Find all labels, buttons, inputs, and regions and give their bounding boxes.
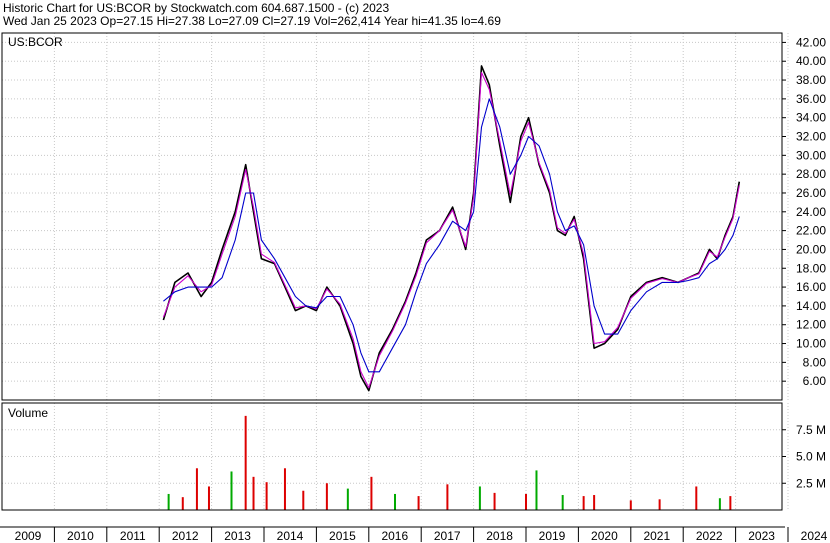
price-series bbox=[162, 65, 741, 392]
price-tick-label: 12.00 bbox=[796, 318, 826, 332]
volume-y-axis: 2.5 M 5.0 M 7.5 M bbox=[782, 423, 826, 490]
price-tick-label: 40.00 bbox=[796, 54, 826, 68]
year-label: 2017 bbox=[434, 529, 461, 543]
volume-grid bbox=[2, 429, 782, 484]
price-tick-label: 36.00 bbox=[796, 92, 826, 106]
price-series-line bbox=[162, 65, 741, 392]
volume-tick-label: 7.5 M bbox=[796, 423, 826, 437]
year-label: 2021 bbox=[643, 529, 670, 543]
volume-tick-label: 2.5 M bbox=[796, 476, 826, 490]
year-label: 2022 bbox=[696, 529, 723, 543]
year-label: 2020 bbox=[591, 529, 618, 543]
year-label: 2018 bbox=[486, 529, 513, 543]
price-tick-label: 32.00 bbox=[796, 130, 826, 144]
year-label: 2010 bbox=[67, 529, 94, 543]
year-label: 2016 bbox=[381, 529, 408, 543]
year-label: 2014 bbox=[277, 529, 304, 543]
price-tick-label: 10.00 bbox=[796, 337, 826, 351]
price-tick-label: 18.00 bbox=[796, 261, 826, 275]
price-tick-label: 42.00 bbox=[796, 35, 826, 49]
price-tick-label: 26.00 bbox=[796, 186, 826, 200]
price-tick-label: 38.00 bbox=[796, 73, 826, 87]
price-tick-label: 28.00 bbox=[796, 167, 826, 181]
price-tick-label: 30.00 bbox=[796, 148, 826, 162]
year-label: 2023 bbox=[748, 529, 775, 543]
volume-panel-title: Volume bbox=[8, 406, 48, 420]
year-label: 2015 bbox=[329, 529, 356, 543]
price-panel-frame bbox=[1, 32, 783, 401]
price-tick-label: 22.00 bbox=[796, 224, 826, 238]
price-series-line bbox=[163, 98, 740, 373]
year-label: 2011 bbox=[120, 529, 146, 543]
stock-chart: US:BCOR Volume 6.00 8.00 10.00 12.00 14.00 16… bbox=[0, 32, 828, 543]
price-tick-label: 8.00 bbox=[803, 355, 827, 369]
year-label: 2012 bbox=[172, 529, 199, 543]
year-label: 2024 bbox=[801, 529, 828, 543]
volume-tick-label: 5.0 M bbox=[796, 450, 826, 464]
year-label: 2013 bbox=[224, 529, 251, 543]
price-series-line bbox=[162, 71, 740, 389]
year-grid bbox=[53, 33, 789, 510]
price-tick-label: 16.00 bbox=[796, 280, 826, 294]
price-tick-label: 34.00 bbox=[796, 111, 826, 125]
year-axis: 2009 2010 2011 2012 2013 2014 2015 2016 2017 2018… bbox=[0, 526, 828, 543]
price-y-axis: 6.00 8.00 10.00 12.00 14.00 16.00 18.00 20.00 22… bbox=[782, 35, 826, 388]
price-tick-label: 6.00 bbox=[803, 374, 827, 388]
price-tick-label: 24.00 bbox=[796, 205, 826, 219]
year-label: 2019 bbox=[539, 529, 566, 543]
price-tick-label: 20.00 bbox=[796, 242, 826, 256]
price-panel-title: US:BCOR bbox=[8, 35, 63, 49]
price-tick-label: 14.00 bbox=[796, 299, 826, 313]
year-label: 2009 bbox=[15, 529, 42, 543]
